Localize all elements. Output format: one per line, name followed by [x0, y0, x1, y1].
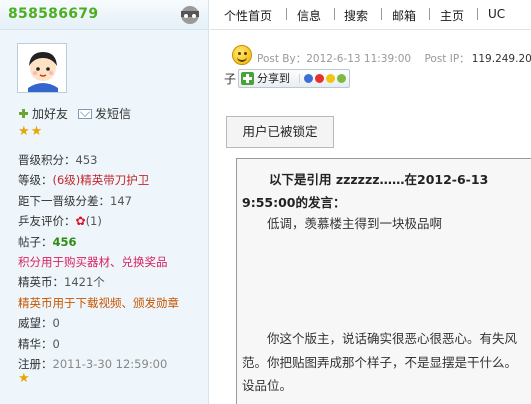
user-actions: 加好友 发短信	[18, 105, 131, 122]
smile-face-icon	[232, 45, 252, 65]
add-friend-button[interactable]: 加好友	[18, 105, 68, 122]
nav-divider	[334, 8, 335, 20]
qq-icon	[326, 73, 336, 83]
essence-value: 0	[52, 336, 60, 351]
nav-search[interactable]: 搜索	[344, 7, 368, 24]
nav-divider	[381, 8, 382, 20]
nav-personal-home[interactable]: 个性首页	[224, 7, 272, 24]
online-status-icon	[181, 6, 199, 24]
essence-row: 精华：0	[18, 334, 208, 354]
points-note-row: 积分用于购买器材、兑换奖品	[18, 252, 208, 272]
nav-divider	[429, 8, 430, 20]
nav-homepage[interactable]: 主页	[440, 7, 464, 24]
send-message-button[interactable]: 发短信	[78, 105, 131, 122]
elite-coins-value: 1421个	[64, 275, 105, 290]
rank-points-value: 453	[75, 153, 98, 167]
share-services	[299, 73, 347, 83]
posts-label: 帖子：	[18, 234, 53, 249]
posts-row: 帖子：456	[18, 232, 208, 252]
elite-coins-note-row: 精英币用于下载视频、颁发勋章	[18, 293, 208, 313]
post-ip-value: 119.249.200.23	[471, 53, 531, 65]
registered-label: 注册：	[18, 356, 53, 371]
nav-uc[interactable]: UC	[488, 7, 505, 21]
top-nav: 个性首页 信息 搜索 邮箱 主页 UC	[210, 0, 531, 30]
rating-value: (1)	[85, 214, 102, 229]
sidebar-header: 858586679	[0, 0, 208, 30]
post-header: Post By：2012-6-13 11:39:00 Post IP： 119.2…	[232, 45, 531, 67]
level-row: 等级：(6级)精英带刀护卫	[18, 170, 208, 190]
rose-icon[interactable]: ✿	[76, 214, 86, 228]
quote-title: 以下是引用 zzzzzz……在2012-6-13	[269, 172, 489, 187]
rating-row: 乒友评价：✿(1)	[18, 211, 208, 231]
next-level-row: 距下一晋级分差：147	[18, 191, 208, 211]
share-button[interactable]: 分享到	[238, 68, 351, 88]
send-message-label: 发短信	[95, 107, 132, 121]
post-ip-label: Post IP：	[424, 53, 470, 65]
post-by-time: 2012-6-13 11:39:00	[306, 53, 412, 65]
essence-label: 精华：	[18, 336, 53, 351]
paw-icon	[304, 73, 314, 83]
elite-coins-row: 精英币：1421个	[18, 272, 208, 292]
quote-block: 以下是引用 zzzzzz……在2012-6-13 9:55:00的发言： 低调，…	[236, 158, 531, 404]
rank-points-row: 晋级积分：453	[18, 150, 208, 170]
mail-icon	[78, 108, 93, 119]
forum-post-page: 858586679 加好友 发短信 ★★ 晋级积分：453 等级：(6级)精英带…	[0, 0, 531, 404]
username[interactable]: 858586679	[8, 6, 98, 22]
user-locked-notice: 用户已被锁定	[226, 116, 334, 148]
user-sidebar: 858586679 加好友 发短信 ★★ 晋级积分：453 等级：(6级)精英带…	[0, 0, 209, 404]
reply-text: 你这个版主，说话确实很恶心很恶心。有失风范。你把贴图弄成那个样子，不是显摆是干什…	[242, 331, 518, 393]
prestige-value: 0	[52, 316, 60, 331]
next-level-value: 147	[110, 193, 132, 208]
elite-coins-label: 精英币：	[18, 275, 64, 290]
avatar-cartoon-icon	[18, 44, 66, 92]
quote-text: 低调，羡慕楼主得到一块极品啊	[267, 216, 443, 231]
nav-info[interactable]: 信息	[297, 7, 321, 24]
user-info: 晋级积分：453 等级：(6级)精英带刀护卫 距下一晋级分差：147 乒友评价：…	[18, 150, 208, 374]
nav-mailbox[interactable]: 邮箱	[392, 7, 416, 24]
avatar[interactable]	[17, 43, 67, 93]
add-friend-label: 加好友	[32, 107, 69, 121]
level-value: (6级)精英带刀护卫	[52, 173, 150, 188]
level-label: 等级：	[18, 173, 53, 188]
more-share-icon	[337, 73, 347, 83]
share-row: 子 分享到	[224, 68, 351, 88]
nav-divider	[286, 8, 287, 20]
sina-icon	[315, 73, 325, 83]
share-label: 分享到	[257, 72, 291, 85]
level-star-icon: ★	[18, 371, 30, 386]
rank-stars: ★★	[18, 124, 44, 139]
prestige-row: 威望：0	[18, 313, 208, 333]
post-meta: Post By：2012-6-13 11:39:00 Post IP： 119.2…	[257, 51, 531, 66]
prestige-label: 威望：	[18, 316, 53, 331]
next-level-label: 距下一晋级分差：	[18, 193, 110, 208]
share-plus-icon	[241, 71, 255, 85]
post-by-label: Post By：	[257, 53, 307, 65]
elite-coins-note-link[interactable]: 精英币用于下载视频、颁发勋章	[18, 296, 179, 310]
rank-points-label: 晋级积分：	[18, 153, 76, 167]
plus-icon	[18, 108, 29, 119]
posts-value: 456	[52, 234, 77, 249]
truncated-text: 子	[224, 71, 237, 86]
quote-title-time: 9:55:00的发言：	[242, 195, 346, 210]
registered-value: 2011-3-30 12:59:00	[52, 356, 168, 371]
points-note-link[interactable]: 积分用于购买器材、兑换奖品	[18, 255, 168, 269]
registered-row: 注册：2011-3-30 12:59:00	[18, 354, 208, 374]
rating-label: 乒友评价：	[18, 214, 76, 229]
nav-divider	[477, 8, 478, 20]
